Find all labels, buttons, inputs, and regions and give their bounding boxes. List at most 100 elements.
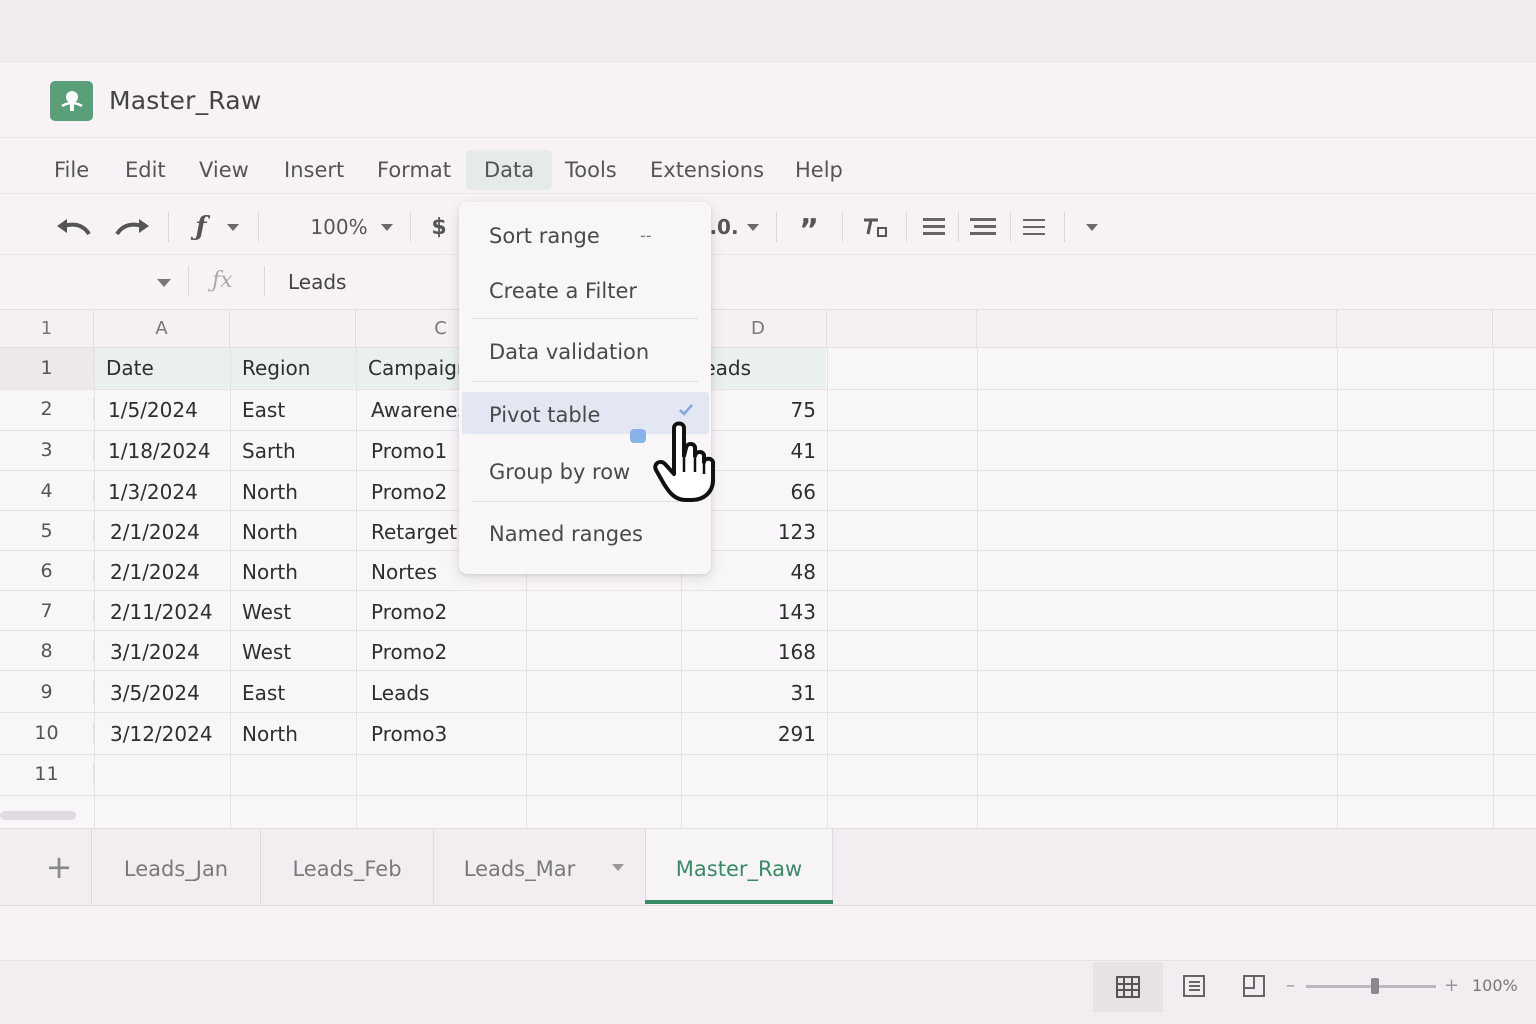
header-cell-date[interactable]: Date — [106, 356, 226, 380]
cell-campaign[interactable]: Promo2 — [371, 480, 460, 504]
name-box-dropdown[interactable] — [157, 279, 171, 287]
cell-region[interactable]: North — [242, 520, 352, 544]
zoom-select[interactable]: 100% — [306, 211, 372, 243]
cell-region[interactable]: North — [242, 560, 352, 584]
cell-region[interactable]: West — [242, 600, 352, 624]
cell-region[interactable]: North — [242, 722, 352, 746]
column-header-e[interactable] — [827, 310, 977, 348]
cell-date[interactable]: 3/12/2024 — [110, 722, 228, 746]
more-tools-dropdown[interactable] — [1082, 211, 1102, 243]
row-number[interactable]: 1 — [0, 357, 94, 379]
cell-date[interactable]: 3/1/2024 — [110, 640, 228, 664]
cell-campaign[interactable]: Awareness — [371, 398, 460, 422]
row-number[interactable]: 2 — [0, 398, 94, 420]
cell-date[interactable]: 2/1/2024 — [110, 560, 228, 584]
menu-help[interactable]: Help — [777, 150, 861, 190]
sheet-tab-leads-mar[interactable]: Leads_Mar — [433, 829, 605, 905]
sheet-tab-leads-feb[interactable]: Leads_Feb — [260, 829, 433, 905]
zoom-slider-handle[interactable] — [1371, 978, 1379, 994]
column-header-a[interactable]: A — [94, 310, 230, 348]
sheets-logo-icon[interactable] — [50, 81, 93, 121]
cell-region[interactable]: West — [242, 640, 352, 664]
cell-region[interactable]: Sarth — [242, 439, 352, 463]
align-left-icon[interactable] — [920, 211, 948, 243]
undo-icon[interactable] — [54, 211, 94, 243]
cell-campaign[interactable]: Nortes — [371, 560, 460, 584]
row-number[interactable]: 9 — [0, 681, 94, 703]
cell-date[interactable]: 1/18/2024 — [108, 439, 228, 463]
menu-item-group-by-row[interactable]: Group by row — [489, 460, 630, 484]
zoom-dropdown[interactable] — [378, 211, 396, 243]
cell-region[interactable]: North — [242, 480, 352, 504]
menu-view[interactable]: View — [181, 150, 267, 190]
cell-leads[interactable]: 48 — [711, 560, 816, 584]
zoom-out-button[interactable]: – — [1286, 975, 1295, 996]
cell-campaign[interactable]: Promo2 — [371, 640, 521, 664]
menu-insert[interactable]: Insert — [266, 150, 362, 190]
align-justify-icon[interactable] — [1020, 211, 1048, 243]
cell-campaign[interactable]: Promo1 — [371, 439, 460, 463]
sheet-menu-dropdown[interactable] — [612, 864, 624, 871]
quote-icon[interactable]: ” — [795, 211, 823, 248]
horizontal-scrollbar[interactable] — [0, 811, 76, 820]
function-dropdown[interactable] — [224, 211, 242, 243]
formula-input[interactable]: Leads — [288, 270, 346, 294]
cell-date[interactable]: 1/5/2024 — [108, 398, 228, 422]
cell-campaign[interactable]: Promo2 — [371, 600, 521, 624]
cell-date[interactable]: 2/1/2024 — [110, 520, 228, 544]
row-number[interactable]: 5 — [0, 520, 94, 542]
menu-format[interactable]: Format — [359, 150, 469, 190]
row-number[interactable]: 8 — [0, 640, 94, 662]
align-center-icon[interactable] — [968, 211, 998, 243]
cell-leads[interactable]: 168 — [711, 640, 816, 664]
menu-extensions[interactable]: Extensions — [632, 150, 782, 190]
cell-date[interactable]: 2/11/2024 — [110, 600, 228, 624]
column-header-b[interactable] — [230, 310, 356, 348]
row-number[interactable]: 4 — [0, 480, 94, 502]
row-header-corner[interactable]: 1 — [0, 310, 94, 348]
decimal-dropdown[interactable] — [744, 211, 762, 243]
row-number[interactable]: 11 — [0, 763, 94, 785]
cell-leads[interactable]: 31 — [711, 681, 816, 705]
cell-date[interactable]: 1/3/2024 — [108, 480, 228, 504]
page-layout-icon[interactable] — [1180, 972, 1208, 1000]
header-cell-campaign[interactable]: Campaign — [368, 356, 460, 380]
row-number[interactable]: 3 — [0, 439, 94, 461]
row-number[interactable]: 7 — [0, 600, 94, 622]
cell-date[interactable]: 3/5/2024 — [110, 681, 228, 705]
menu-item-named-ranges[interactable]: Named ranges — [489, 522, 643, 546]
zoom-in-button[interactable]: + — [1444, 975, 1459, 996]
header-cell-leads[interactable]: Leads — [711, 356, 751, 380]
sheet-tab-leads-jan[interactable]: Leads_Jan — [91, 829, 260, 905]
cell-campaign[interactable]: Retargeting — [371, 520, 460, 544]
cell-leads[interactable]: 291 — [711, 722, 816, 746]
grid-view-button[interactable] — [1093, 962, 1163, 1012]
decimal-format-button[interactable]: .0. — [708, 211, 740, 243]
currency-format-button[interactable]: $ — [428, 211, 450, 243]
menu-data[interactable]: Data — [466, 150, 553, 190]
redo-icon[interactable] — [112, 211, 152, 243]
document-title[interactable]: Master_Raw — [109, 86, 261, 115]
header-cell-region[interactable]: Region — [242, 356, 352, 380]
cell-campaign[interactable]: Promo3 — [371, 722, 521, 746]
column-header-h[interactable] — [1493, 310, 1536, 348]
menu-item-sort-range[interactable]: Sort range — [489, 224, 600, 248]
cell-region[interactable]: East — [242, 681, 352, 705]
row-number[interactable]: 6 — [0, 560, 94, 582]
function-icon[interactable]: ƒ — [186, 211, 216, 243]
cell-region[interactable]: East — [242, 398, 352, 422]
clear-format-icon[interactable] — [860, 211, 890, 243]
menu-item-data-validation[interactable]: Data validation — [489, 340, 649, 364]
menu-tools[interactable]: Tools — [547, 150, 635, 190]
menu-item-create-filter[interactable]: Create a Filter — [489, 279, 637, 303]
page-break-icon[interactable] — [1240, 972, 1268, 1000]
column-header-f[interactable] — [977, 310, 1337, 348]
cell-campaign[interactable]: Leads — [371, 681, 521, 705]
menu-item-pivot-table[interactable]: Pivot table — [489, 403, 600, 427]
cell-leads[interactable]: 143 — [711, 600, 816, 624]
column-header-g[interactable] — [1337, 310, 1493, 348]
row-number[interactable]: 10 — [0, 722, 94, 744]
menu-edit[interactable]: Edit — [107, 150, 184, 190]
cell-leads[interactable]: 123 — [711, 520, 816, 544]
add-sheet-icon[interactable]: + — [44, 851, 74, 883]
